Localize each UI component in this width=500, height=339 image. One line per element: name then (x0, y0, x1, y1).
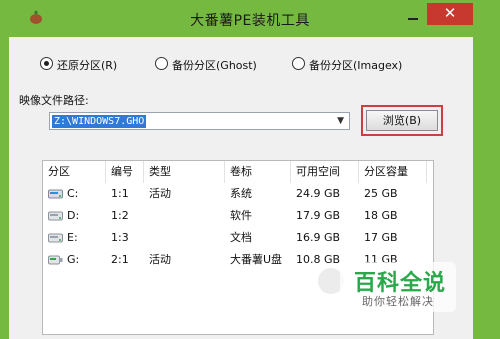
app-window: 大番薯PE装机工具 ✕ 还原分区(R) 备份分区(Ghost) 备份分区(Ima… (0, 0, 500, 339)
minimize-button[interactable] (400, 6, 426, 26)
number-cell: 2:1 (111, 253, 129, 266)
radio-button-backup-imagex[interactable] (292, 57, 305, 70)
drive-letter: G: (67, 253, 80, 266)
capacity-cell: 25 GB (364, 187, 398, 200)
volume-label-cell: 软件 (230, 209, 252, 222)
capacity-cell: 18 GB (364, 209, 398, 222)
hard-drive-icon (48, 233, 63, 243)
free-space-cell: 24.9 GB (296, 187, 341, 200)
usb-drive-icon (48, 255, 63, 265)
hard-drive-icon (48, 211, 63, 221)
browse-button-highlight: 浏览(B) (361, 105, 443, 136)
column-header-partition[interactable]: 分区 (43, 161, 106, 183)
close-button[interactable]: ✕ (427, 3, 473, 25)
drive-letter: C: (67, 187, 79, 200)
column-header-free-space[interactable]: 可用空间 (291, 161, 359, 183)
mode-option-label: 备份分区(Imagex) (309, 59, 403, 72)
free-space-cell: 16.9 GB (296, 231, 341, 244)
volume-label-cell: 大番薯U盘 (230, 253, 283, 266)
column-header-volume-label[interactable]: 卷标 (225, 161, 291, 183)
table-row[interactable]: C: 1:1 活动 系统 24.9 GB 25 GB (43, 183, 433, 205)
partition-cell: C: (43, 183, 106, 205)
free-space-cell: 17.9 GB (296, 209, 341, 222)
table-row[interactable]: D: 1:2 软件 17.9 GB 18 GB (43, 205, 433, 227)
mode-option-label: 还原分区(R) (57, 59, 118, 72)
type-cell (144, 227, 225, 249)
image-path-label: 映像文件路径: (19, 94, 89, 107)
column-header-number[interactable]: 编号 (106, 161, 144, 183)
number-cell: 1:2 (111, 209, 129, 222)
watermark-subtitle: 助你轻松解决 (362, 295, 434, 308)
drive-letter: D: (67, 209, 80, 222)
chevron-down-icon[interactable]: ▼ (337, 116, 344, 126)
type-cell: 活动 (149, 253, 171, 266)
radio-button-restore[interactable] (40, 57, 53, 70)
partition-cell: G: (43, 249, 106, 271)
column-header-capacity[interactable]: 分区容量 (359, 161, 427, 183)
radio-button-backup-ghost[interactable] (155, 57, 168, 70)
browse-button[interactable]: 浏览(B) (366, 110, 438, 131)
volume-label-cell: 系统 (230, 187, 252, 200)
image-path-value[interactable]: Z:\WINDOWS7.GHO (52, 115, 147, 128)
type-cell (144, 205, 225, 227)
number-cell: 1:1 (111, 187, 129, 200)
table-header: 分区 编号 类型 卷标 可用空间 分区容量 (43, 161, 433, 183)
type-cell: 活动 (149, 187, 171, 200)
partition-cell: E: (43, 227, 106, 249)
title-bar: 大番薯PE装机工具 ✕ (0, 0, 500, 36)
number-cell: 1:3 (111, 231, 129, 244)
partition-cell: D: (43, 205, 106, 227)
table-row[interactable]: E: 1:3 文档 16.9 GB 17 GB (43, 227, 433, 249)
mode-option-label: 备份分区(Ghost) (172, 59, 257, 72)
watermark: 百科全说 助你轻松解决 (340, 262, 456, 312)
volume-label-cell: 文档 (230, 231, 252, 244)
image-path-combobox[interactable]: Z:\WINDOWS7.GHO ▼ (49, 112, 350, 130)
column-header-type[interactable]: 类型 (144, 161, 225, 183)
hard-drive-icon (48, 189, 63, 199)
capacity-cell: 17 GB (364, 231, 398, 244)
drive-letter: E: (67, 231, 78, 244)
